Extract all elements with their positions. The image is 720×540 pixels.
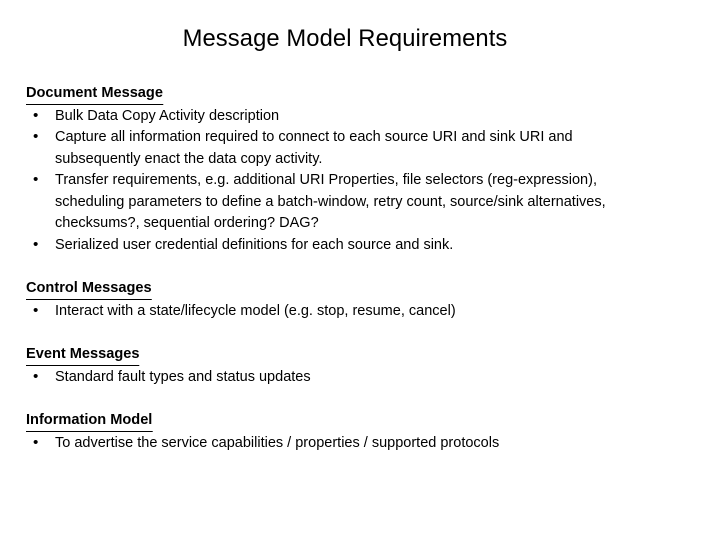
list-item-text: Capture all information required to conn… (55, 126, 681, 169)
text-line: subsequently enact the data copy activit… (55, 149, 323, 167)
section-heading: Document Message (26, 82, 163, 105)
list-item: • Serialized user credential definitions … (26, 234, 710, 256)
text-line: Serialized user credential definitions f… (55, 235, 454, 253)
bullet-point-icon: • (33, 106, 39, 124)
bullet-point-icon: • (33, 128, 39, 145)
text-line: Capture all information required to conn… (55, 128, 573, 145)
bullet-point-icon: • (33, 367, 39, 385)
bullet-point-icon: • (33, 301, 39, 319)
slide-canvas: Message Model Requirements Document Mess… (0, 0, 720, 540)
list-item: • Interact with a state/lifecycle model (… (26, 300, 710, 322)
bullet-point-icon: • (33, 171, 39, 188)
content-section: Control Messages • Interact with a state/l… (26, 277, 710, 321)
list-item-text: Standard fault types and status updates (55, 366, 681, 388)
content-section: Information Model • To advertise the servi… (26, 409, 710, 453)
list-item-text: Serialized user credential definitions f… (55, 234, 681, 256)
content-section: Document Message • Bulk Data Copy Activity… (26, 82, 710, 255)
section-heading: Event Messages (26, 343, 140, 366)
text-line: Interact with a state/lifecycle model (e… (55, 301, 456, 319)
list-item-text: To advertise the service capabilities / … (55, 432, 681, 454)
bullet-list: • Standard fault types and status updates (26, 366, 710, 388)
list-item: • Capture all information required to con… (26, 126, 710, 169)
list-item-text: Bulk Data Copy Activity description (55, 105, 681, 127)
section-heading: Information Model (26, 409, 153, 432)
list-item: • Bulk Data Copy Activity description (26, 105, 710, 127)
bullet-list: • Bulk Data Copy Activity description • Cap… (26, 105, 710, 256)
text-line: checksums?, sequential ordering? DAG? (55, 214, 319, 231)
text-line: Standard fault types and status updates (55, 367, 311, 385)
slide-body: Document Message • Bulk Data Copy Activity… (26, 82, 710, 453)
list-item: • Transfer requirements, e.g. additional … (26, 169, 710, 234)
bullet-list: • Interact with a state/lifecycle model (… (26, 300, 710, 322)
list-item: • To advertise the service capabilities /… (26, 432, 710, 454)
bullet-point-icon: • (33, 433, 39, 451)
bullet-point-icon: • (33, 235, 39, 253)
page-title: Message Model Requirements (182, 25, 508, 52)
list-item-text: Transfer requirements, e.g. additional U… (55, 169, 681, 234)
text-line: Transfer requirements, e.g. additional U… (55, 171, 597, 188)
text-line: Bulk Data Copy Activity description (55, 106, 280, 124)
text-line: scheduling parameters to define a batch-… (55, 192, 606, 210)
bullet-list: • To advertise the service capabilities /… (26, 432, 710, 454)
text-line: To advertise the service capabilities / … (55, 433, 500, 451)
list-item: • Standard fault types and status updates (26, 366, 710, 388)
list-item-text: Interact with a state/lifecycle model (e… (55, 300, 681, 322)
content-section: Event Messages • Standard fault types and … (26, 343, 710, 387)
section-heading: Control Messages (26, 277, 152, 300)
